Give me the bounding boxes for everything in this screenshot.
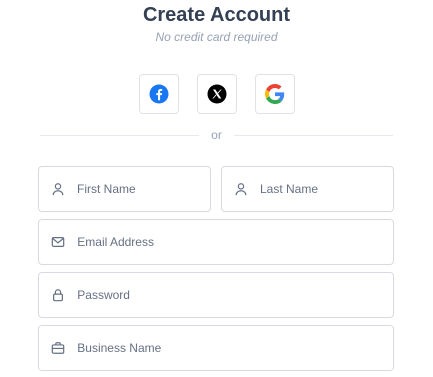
divider-text: or: [211, 128, 222, 142]
divider-line-right: [233, 134, 394, 136]
last-name-input[interactable]: [260, 167, 393, 211]
password-input[interactable]: [77, 273, 393, 317]
business-name-field[interactable]: [38, 325, 394, 371]
divider-line-left: [40, 134, 200, 136]
briefcase-icon: [51, 340, 65, 356]
email-field[interactable]: [38, 219, 394, 265]
last-name-field[interactable]: [221, 166, 394, 212]
social-login-row: [0, 74, 433, 114]
business-name-input[interactable]: [77, 326, 393, 370]
create-account-form: Create Account No credit card required o…: [0, 0, 433, 377]
email-input[interactable]: [77, 220, 393, 264]
facebook-icon: [149, 84, 168, 104]
user-icon: [51, 181, 65, 197]
x-icon: [207, 84, 226, 104]
facebook-login-button[interactable]: [138, 74, 179, 114]
first-name-field[interactable]: [38, 166, 211, 212]
google-icon: [264, 84, 284, 104]
page-title: Create Account: [142, 4, 291, 26]
first-name-input[interactable]: [77, 167, 210, 211]
mail-icon: [51, 234, 65, 250]
google-login-button[interactable]: [254, 74, 295, 114]
lock-icon: [51, 287, 65, 303]
x-login-button[interactable]: [196, 74, 237, 114]
user-icon: [234, 181, 248, 197]
or-divider: or: [40, 128, 394, 142]
password-field[interactable]: [38, 272, 394, 318]
page-subtitle: No credit card required: [155, 30, 278, 44]
